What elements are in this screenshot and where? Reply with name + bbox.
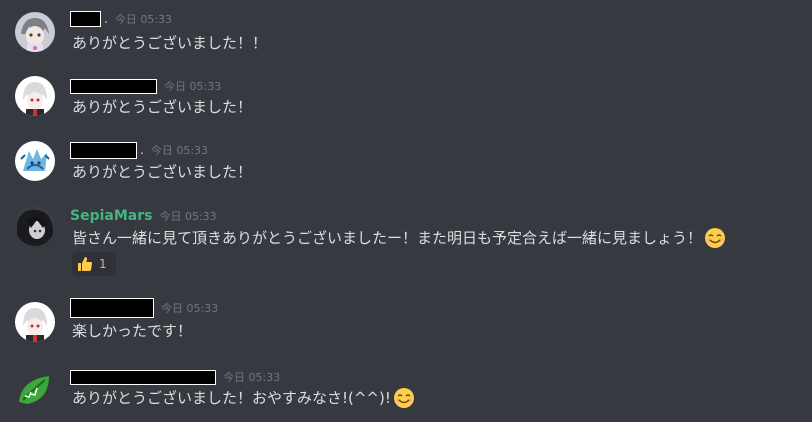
redacted-username[interactable]	[70, 141, 137, 159]
reaction-count: 1	[99, 257, 107, 271]
message-timestamp: 今日 05:33	[164, 80, 222, 93]
message-text: 皆さん一緒に見て頂きありがとうございましたー！また明日も予定合えば一緒に見ましょ…	[72, 227, 726, 249]
message-text: 楽しかったです！	[72, 321, 192, 341]
message-content: ありがとうございました！	[72, 163, 253, 181]
user-avatar[interactable]	[15, 302, 55, 342]
message-text: ありがとうございました！おやすみなさ!(^^)!	[72, 387, 415, 409]
message-timestamp: 今日 05:33	[114, 13, 173, 26]
redacted-username[interactable]	[70, 369, 216, 385]
user-avatar[interactable]	[15, 370, 55, 410]
message-content: ありがとうございました！！	[72, 34, 268, 52]
message-timestamp: 今日 05:33	[159, 210, 217, 223]
smiling-face-emoji	[393, 387, 415, 409]
user-avatar[interactable]	[15, 12, 55, 52]
user-avatar[interactable]	[15, 76, 55, 116]
message-text: ありがとうございました！	[72, 97, 252, 117]
message-content: ありがとうございました！	[72, 98, 253, 116]
username[interactable]: SepiaMars	[70, 208, 152, 224]
message-content: ありがとうございました！おやすみなさ!(^^)!	[72, 389, 391, 407]
smiling-face-emoji	[704, 227, 726, 249]
message-content: 皆さん一緒に見て頂きありがとうございましたー！また明日も予定合えば一緒に見ましょ…	[72, 229, 703, 247]
message-timestamp: 今日 05:33	[223, 371, 281, 384]
username-suffix: .	[140, 143, 144, 157]
message-timestamp: 今日 05:33	[161, 302, 219, 315]
user-avatar[interactable]	[15, 206, 55, 246]
redacted-username[interactable]	[70, 11, 101, 27]
message-text: ありがとうございました！！	[72, 33, 267, 53]
redacted-username[interactable]	[70, 78, 157, 94]
username-suffix: .	[104, 12, 108, 26]
message-content: 楽しかったです！	[72, 322, 193, 340]
redacted-username[interactable]	[70, 298, 154, 318]
user-avatar[interactable]	[15, 141, 55, 181]
message-text: ありがとうございました！	[72, 162, 252, 182]
message-timestamp: 今日 05:33	[150, 144, 209, 157]
thumbs-up-icon	[77, 256, 93, 272]
reaction-button[interactable]: 1	[72, 252, 116, 276]
